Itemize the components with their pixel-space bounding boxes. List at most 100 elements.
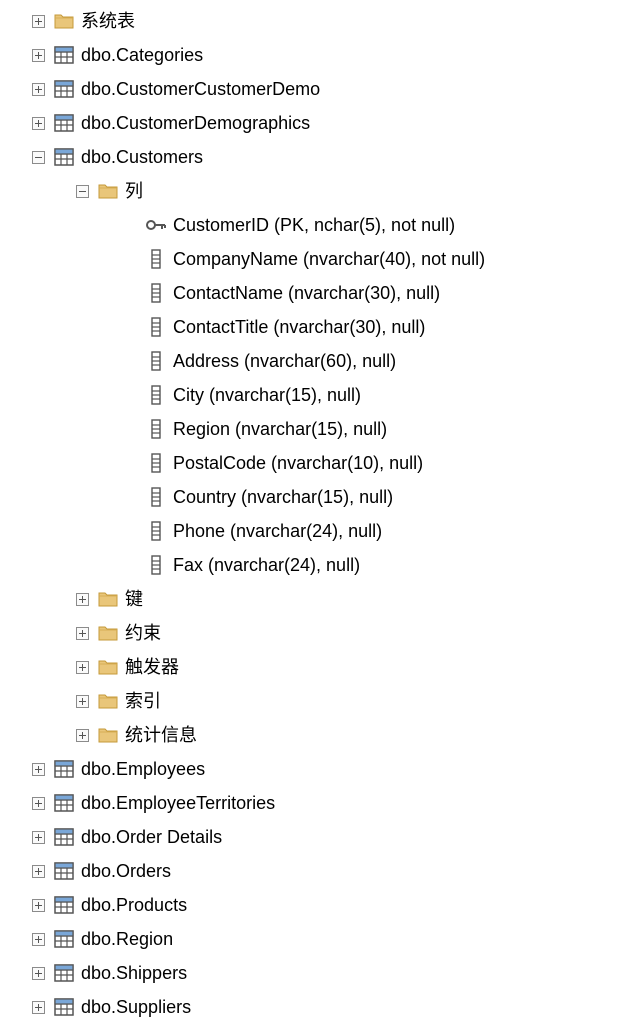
- tree-item[interactable]: dbo.Suppliers: [0, 990, 635, 1024]
- folder-icon: [97, 690, 119, 712]
- tree-item-label: dbo.CustomerCustomerDemo: [81, 80, 320, 98]
- tree-item[interactable]: City (nvarchar(15), null): [0, 378, 635, 412]
- tree-item-label: 约束: [125, 624, 161, 642]
- table-icon: [53, 928, 75, 950]
- tree-item-label: 键: [125, 590, 143, 608]
- table-icon: [53, 112, 75, 134]
- collapse-icon[interactable]: [76, 185, 89, 198]
- tree-item-label: dbo.EmployeeTerritories: [81, 794, 275, 812]
- tree-item[interactable]: Fax (nvarchar(24), null): [0, 548, 635, 582]
- tree-item-label: Country (nvarchar(15), null): [173, 488, 393, 506]
- tree-item[interactable]: dbo.CustomerDemographics: [0, 106, 635, 140]
- tree-item[interactable]: dbo.Shippers: [0, 956, 635, 990]
- object-explorer-tree: 系统表 dbo.Categories dbo.CustomerCustomerDem…: [0, 0, 635, 1024]
- key-icon: [145, 214, 167, 236]
- tree-item-label: dbo.Orders: [81, 862, 171, 880]
- expand-icon[interactable]: [32, 797, 45, 810]
- column-icon: [145, 350, 167, 372]
- expand-icon[interactable]: [76, 627, 89, 640]
- expand-icon[interactable]: [76, 729, 89, 742]
- tree-item-label: 列: [125, 182, 143, 200]
- table-icon: [53, 962, 75, 984]
- tree-item-label: Phone (nvarchar(24), null): [173, 522, 382, 540]
- table-icon: [53, 44, 75, 66]
- expand-icon[interactable]: [32, 83, 45, 96]
- tree-item[interactable]: CustomerID (PK, nchar(5), not null): [0, 208, 635, 242]
- tree-item[interactable]: CompanyName (nvarchar(40), not null): [0, 242, 635, 276]
- tree-item[interactable]: Country (nvarchar(15), null): [0, 480, 635, 514]
- expand-icon[interactable]: [32, 933, 45, 946]
- tree-item-label: 统计信息: [125, 726, 197, 744]
- tree-item[interactable]: dbo.EmployeeTerritories: [0, 786, 635, 820]
- expand-icon[interactable]: [76, 661, 89, 674]
- tree-item-label: 系统表: [81, 12, 135, 30]
- column-icon: [145, 554, 167, 576]
- tree-item-label: dbo.Customers: [81, 148, 203, 166]
- expand-icon[interactable]: [32, 899, 45, 912]
- table-icon: [53, 758, 75, 780]
- tree-item-label: dbo.Shippers: [81, 964, 187, 982]
- tree-item[interactable]: 列: [0, 174, 635, 208]
- tree-item[interactable]: 触发器: [0, 650, 635, 684]
- expand-icon[interactable]: [32, 763, 45, 776]
- tree-item[interactable]: 键: [0, 582, 635, 616]
- tree-item[interactable]: PostalCode (nvarchar(10), null): [0, 446, 635, 480]
- tree-item[interactable]: 统计信息: [0, 718, 635, 752]
- table-icon: [53, 826, 75, 848]
- tree-item[interactable]: ContactTitle (nvarchar(30), null): [0, 310, 635, 344]
- tree-item[interactable]: dbo.Order Details: [0, 820, 635, 854]
- table-icon: [53, 792, 75, 814]
- tree-item[interactable]: dbo.Employees: [0, 752, 635, 786]
- tree-item-label: 索引: [125, 692, 161, 710]
- table-icon: [53, 996, 75, 1018]
- tree-item[interactable]: ContactName (nvarchar(30), null): [0, 276, 635, 310]
- tree-item-label: dbo.Employees: [81, 760, 205, 778]
- collapse-icon[interactable]: [32, 151, 45, 164]
- tree-item-label: City (nvarchar(15), null): [173, 386, 361, 404]
- tree-item-label: dbo.Categories: [81, 46, 203, 64]
- tree-item-label: dbo.Products: [81, 896, 187, 914]
- tree-item-label: dbo.Order Details: [81, 828, 222, 846]
- table-icon: [53, 860, 75, 882]
- tree-item-label: Address (nvarchar(60), null): [173, 352, 396, 370]
- tree-item-label: CompanyName (nvarchar(40), not null): [173, 250, 485, 268]
- expand-icon[interactable]: [76, 593, 89, 606]
- table-icon: [53, 146, 75, 168]
- expand-icon[interactable]: [32, 967, 45, 980]
- tree-item[interactable]: Phone (nvarchar(24), null): [0, 514, 635, 548]
- expand-icon[interactable]: [32, 865, 45, 878]
- tree-item[interactable]: Region (nvarchar(15), null): [0, 412, 635, 446]
- expand-icon[interactable]: [32, 49, 45, 62]
- tree-item-label: dbo.Region: [81, 930, 173, 948]
- tree-item-label: 触发器: [125, 658, 179, 676]
- tree-item[interactable]: 索引: [0, 684, 635, 718]
- expand-icon[interactable]: [32, 831, 45, 844]
- tree-item[interactable]: 系统表: [0, 4, 635, 38]
- tree-item-label: dbo.CustomerDemographics: [81, 114, 310, 132]
- tree-item-label: PostalCode (nvarchar(10), null): [173, 454, 423, 472]
- tree-item[interactable]: dbo.Customers: [0, 140, 635, 174]
- column-icon: [145, 486, 167, 508]
- tree-item-label: Fax (nvarchar(24), null): [173, 556, 360, 574]
- folder-icon: [97, 622, 119, 644]
- expand-icon[interactable]: [32, 117, 45, 130]
- expand-icon[interactable]: [76, 695, 89, 708]
- expand-icon[interactable]: [32, 15, 45, 28]
- column-icon: [145, 248, 167, 270]
- column-icon: [145, 520, 167, 542]
- tree-item-label: CustomerID (PK, nchar(5), not null): [173, 216, 455, 234]
- tree-item[interactable]: dbo.CustomerCustomerDemo: [0, 72, 635, 106]
- tree-item[interactable]: dbo.Products: [0, 888, 635, 922]
- tree-item[interactable]: dbo.Orders: [0, 854, 635, 888]
- expand-icon[interactable]: [32, 1001, 45, 1014]
- tree-item-label: ContactName (nvarchar(30), null): [173, 284, 440, 302]
- folder-icon: [97, 180, 119, 202]
- tree-item[interactable]: Address (nvarchar(60), null): [0, 344, 635, 378]
- table-icon: [53, 894, 75, 916]
- tree-item-label: Region (nvarchar(15), null): [173, 420, 387, 438]
- table-icon: [53, 78, 75, 100]
- column-icon: [145, 384, 167, 406]
- tree-item[interactable]: dbo.Categories: [0, 38, 635, 72]
- tree-item[interactable]: 约束: [0, 616, 635, 650]
- tree-item[interactable]: dbo.Region: [0, 922, 635, 956]
